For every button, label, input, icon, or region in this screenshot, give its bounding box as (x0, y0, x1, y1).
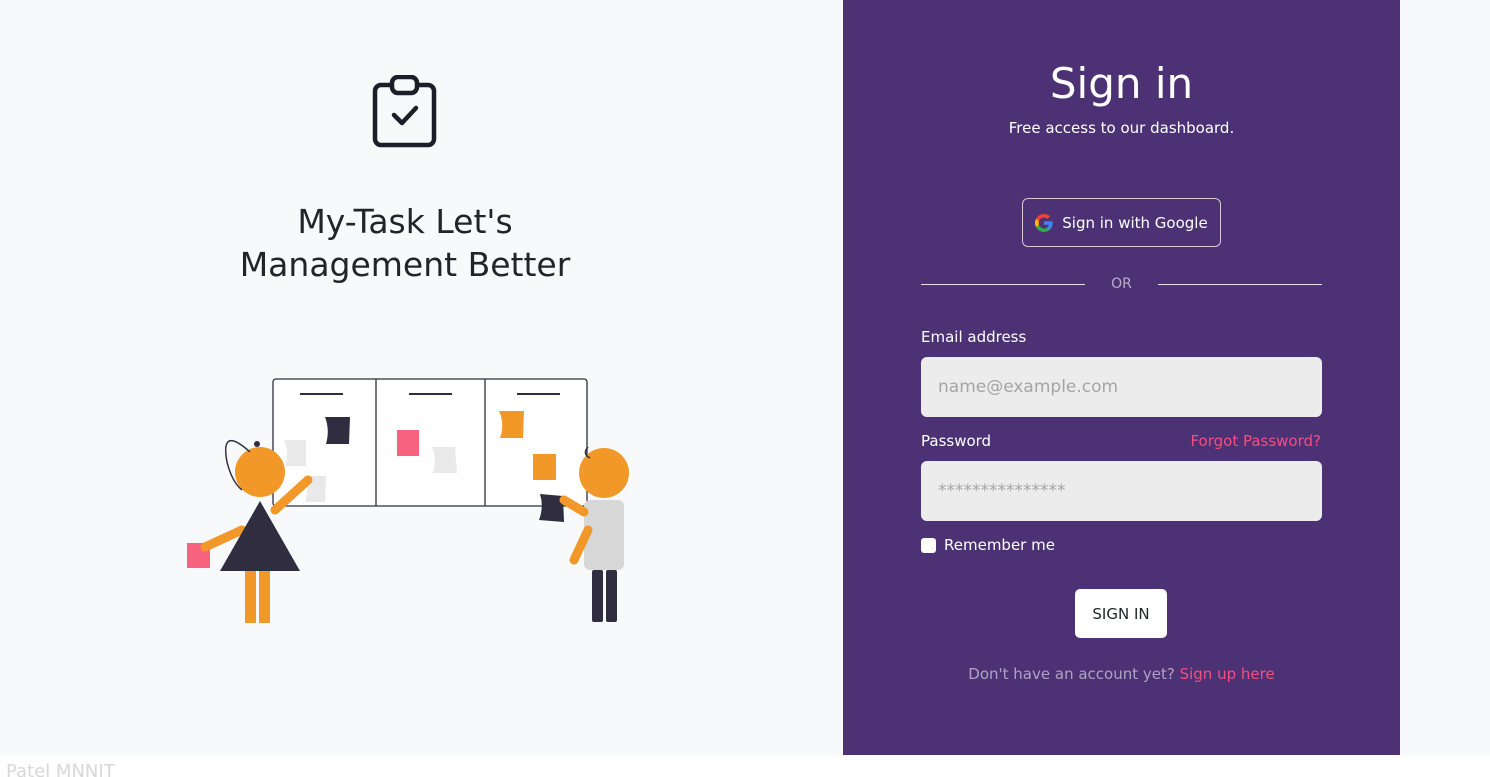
sign-up-link[interactable]: Sign up here (1180, 665, 1275, 683)
sign-in-subtitle: Free access to our dashboard. (1008, 119, 1235, 137)
password-label: Password (921, 432, 992, 450)
footer-text: Patel MNNIT (6, 761, 115, 777)
right-gutter (1400, 0, 1490, 755)
headline-line-1: My-Task Let's (297, 202, 513, 241)
brand-panel: My-Task Let's Management Better (0, 0, 843, 755)
google-button-label: Sign in with Google (1062, 213, 1208, 232)
forgot-password-link[interactable]: Forgot Password? (1190, 432, 1321, 450)
divider-line-right (1158, 284, 1322, 285)
remember-me-row: Remember me (921, 536, 1055, 554)
sign-in-button[interactable]: SIGN IN (1075, 589, 1167, 638)
headline-line-2: Management Better (239, 245, 571, 284)
task-board-illustration (187, 378, 629, 623)
google-sign-in-button[interactable]: Sign in with Google (1022, 198, 1221, 247)
sign-in-title: Sign in (1049, 59, 1194, 108)
google-logo-icon (1035, 213, 1053, 232)
email-field[interactable] (921, 357, 1322, 417)
footer-strip: Patel MNNIT (0, 755, 1490, 777)
sign-in-panel: Sign in Free access to our dashboard. Si… (843, 0, 1400, 755)
signup-prompt: Don't have an account yet? (968, 665, 1180, 683)
signup-row: Don't have an account yet? Sign up here (843, 665, 1400, 683)
remember-me-label: Remember me (944, 536, 1055, 554)
clipboard-check-icon (372, 75, 437, 148)
or-divider: OR (921, 276, 1322, 294)
remember-me-checkbox[interactable] (921, 537, 936, 553)
brand-headline: My-Task Let's Management Better (205, 200, 605, 286)
email-label: Email address (921, 328, 1027, 346)
password-field[interactable] (921, 461, 1322, 521)
